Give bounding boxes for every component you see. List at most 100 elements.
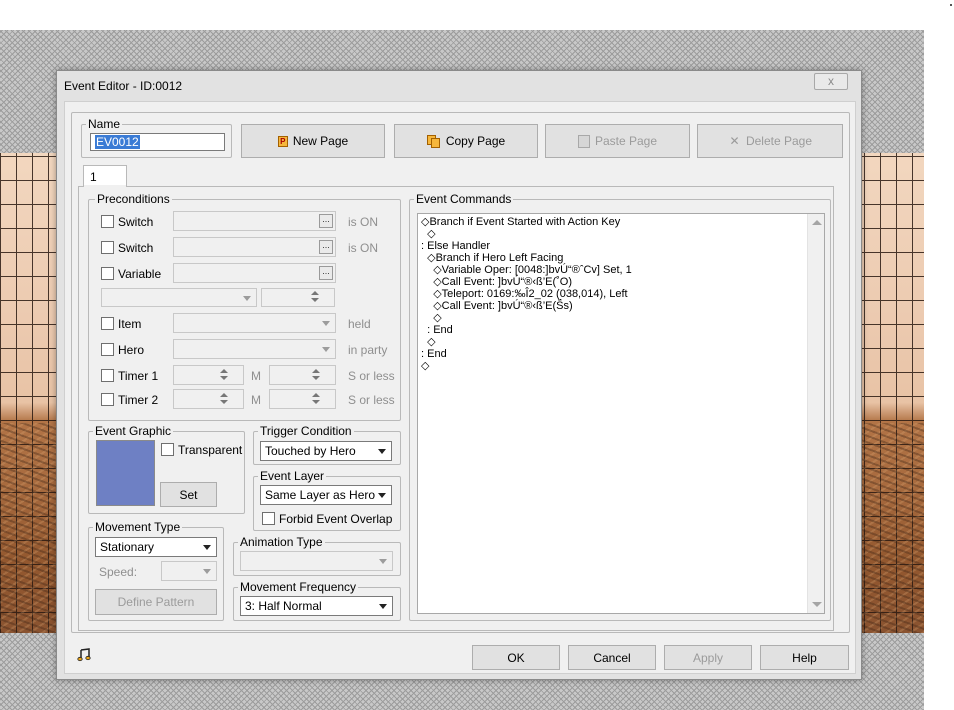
delete-page-button[interactable]: ✕ Delete Page [697, 124, 843, 158]
command-line[interactable]: ◇Call Event: ]bvÚ“®‹ß’E(Ś̈s) [421, 300, 572, 312]
timer1-minutes-spin-icon[interactable] [217, 367, 231, 383]
switch2-suffix: is ON [348, 241, 378, 255]
movement-type-arrow-icon [199, 540, 214, 554]
speed-arrow-icon [199, 564, 214, 578]
event-commands-list[interactable]: ◇Branch if Event Started with Action Key… [417, 213, 825, 614]
command-line[interactable]: ◇Branch if Event Started with Action Key [421, 216, 620, 228]
set-graphic-button[interactable]: Set [160, 482, 217, 507]
switch1-browse-button[interactable]: ... [319, 214, 333, 228]
ok-button[interactable]: OK [472, 645, 560, 670]
music-note-icon[interactable] [77, 648, 91, 664]
animation-type-arrow-icon [375, 554, 390, 568]
new-page-label: New Page [292, 134, 349, 148]
switch1-checkbox[interactable] [101, 215, 114, 228]
switch2-checkbox[interactable] [101, 241, 114, 254]
timer2-checkbox[interactable] [101, 393, 114, 406]
movement-frequency-select[interactable]: 3: Half Normal [240, 596, 393, 616]
new-page-button[interactable]: P New Page [241, 124, 385, 158]
timer1-suffix: S or less [348, 369, 395, 383]
name-value: EV0012 [95, 135, 140, 149]
cancel-button[interactable]: Cancel [568, 645, 656, 670]
movement-frequency-arrow-icon [375, 599, 390, 613]
timer1-minutes-stepper[interactable] [173, 365, 244, 385]
timer2-minutes-stepper[interactable] [173, 389, 244, 409]
variable-operator-select[interactable] [101, 288, 257, 307]
item-suffix: held [348, 317, 371, 331]
define-pattern-button[interactable]: Define Pattern [95, 589, 217, 615]
switch1-field[interactable]: ... [173, 211, 336, 231]
tab-join [84, 185, 126, 187]
command-line[interactable]: ◇ [421, 360, 429, 372]
command-line[interactable]: ◇Call Event: ]bvÚ“®‹ß’E(˚O) [421, 276, 572, 288]
command-line[interactable]: : End [421, 324, 453, 336]
forbid-overlap-checkbox[interactable] [262, 512, 275, 525]
event-commands-scrollbar[interactable] [807, 214, 824, 613]
variable-value-spin-icon[interactable] [308, 289, 322, 305]
set-graphic-label: Set [179, 487, 198, 502]
command-line[interactable]: ◇Branch if Hero Left Facing [421, 252, 563, 264]
item-label: Item [118, 317, 142, 331]
command-line[interactable]: : Else Handler [421, 240, 490, 252]
variable-label: Variable [118, 267, 162, 281]
event-graphic-preview[interactable] [96, 440, 155, 506]
hero-arrow-icon [318, 342, 333, 356]
event-graphic-label: Event Graphic [93, 424, 174, 438]
command-line[interactable]: : End [421, 348, 447, 360]
command-line[interactable]: ◇ [421, 336, 435, 348]
command-line[interactable]: ◇ [421, 228, 435, 240]
command-line[interactable]: ◇Variable Oper: [0048:]bvÚ“®ˆCv] Set, 1 [421, 264, 632, 276]
scroll-up-arrow-icon[interactable] [812, 220, 822, 225]
item-select[interactable] [173, 313, 336, 333]
transparent-checkbox[interactable] [161, 443, 174, 456]
speed-select[interactable] [161, 561, 217, 581]
animation-type-select[interactable] [240, 551, 393, 571]
switch2-field[interactable]: ... [173, 237, 336, 257]
tab-page-1-label: 1 [90, 170, 97, 184]
hero-suffix: in party [348, 343, 388, 357]
switch2-browse-button[interactable]: ... [319, 240, 333, 254]
timer2-seconds-stepper[interactable] [269, 389, 336, 409]
timer2-minutes-unit: M [251, 393, 261, 407]
hero-checkbox[interactable] [101, 343, 114, 356]
variable-value-stepper[interactable] [261, 288, 335, 307]
movement-type-value: Stationary [100, 540, 155, 554]
preconditions-label: Preconditions [95, 192, 172, 206]
copy-page-button[interactable]: Copy Page [394, 124, 538, 158]
help-label: Help [792, 650, 817, 665]
event-layer-select[interactable]: Same Layer as Hero [260, 485, 392, 505]
timer2-seconds-spin-icon[interactable] [309, 391, 323, 407]
paste-page-button[interactable]: Paste Page [545, 124, 690, 158]
preconditions-group: Preconditions [88, 192, 401, 421]
timer1-checkbox[interactable] [101, 369, 114, 382]
paste-page-icon [577, 134, 590, 148]
hero-label: Hero [118, 343, 145, 357]
forbid-overlap-label: Forbid Event Overlap [279, 512, 393, 526]
timer1-label: Timer 1 [118, 369, 159, 383]
command-line[interactable]: ◇Teleport: 0169:‰Î2_02 (038,014), Left [421, 288, 627, 300]
scroll-down-arrow-icon[interactable] [812, 602, 822, 607]
hero-select[interactable] [173, 339, 336, 359]
name-label: Name [86, 117, 123, 131]
variable-checkbox[interactable] [101, 267, 114, 280]
timer1-seconds-spin-icon[interactable] [309, 367, 323, 383]
title-bar[interactable]: Event Editor - ID:0012 x [57, 71, 861, 101]
delete-page-label: Delete Page [745, 134, 813, 148]
apply-label: Apply [692, 650, 724, 665]
paste-page-label: Paste Page [594, 134, 658, 148]
apply-button[interactable]: Apply [664, 645, 752, 670]
close-button[interactable]: x [814, 73, 848, 90]
name-input[interactable]: EV0012 [90, 133, 225, 151]
command-line[interactable]: ◇ [421, 312, 441, 324]
variable-field[interactable]: ... [173, 263, 336, 283]
item-checkbox[interactable] [101, 317, 114, 330]
event-commands-label: Event Commands [414, 192, 514, 206]
movement-type-label: Movement Type [93, 520, 183, 534]
timer1-seconds-stepper[interactable] [269, 365, 336, 385]
help-button[interactable]: Help [760, 645, 849, 670]
movement-type-select[interactable]: Stationary [95, 537, 217, 557]
timer2-suffix: S or less [348, 393, 395, 407]
timer2-minutes-spin-icon[interactable] [217, 391, 231, 407]
trigger-condition-select[interactable]: Touched by Hero [260, 441, 392, 461]
tab-page-1[interactable]: 1 [83, 165, 127, 187]
variable-browse-button[interactable]: ... [319, 266, 333, 280]
